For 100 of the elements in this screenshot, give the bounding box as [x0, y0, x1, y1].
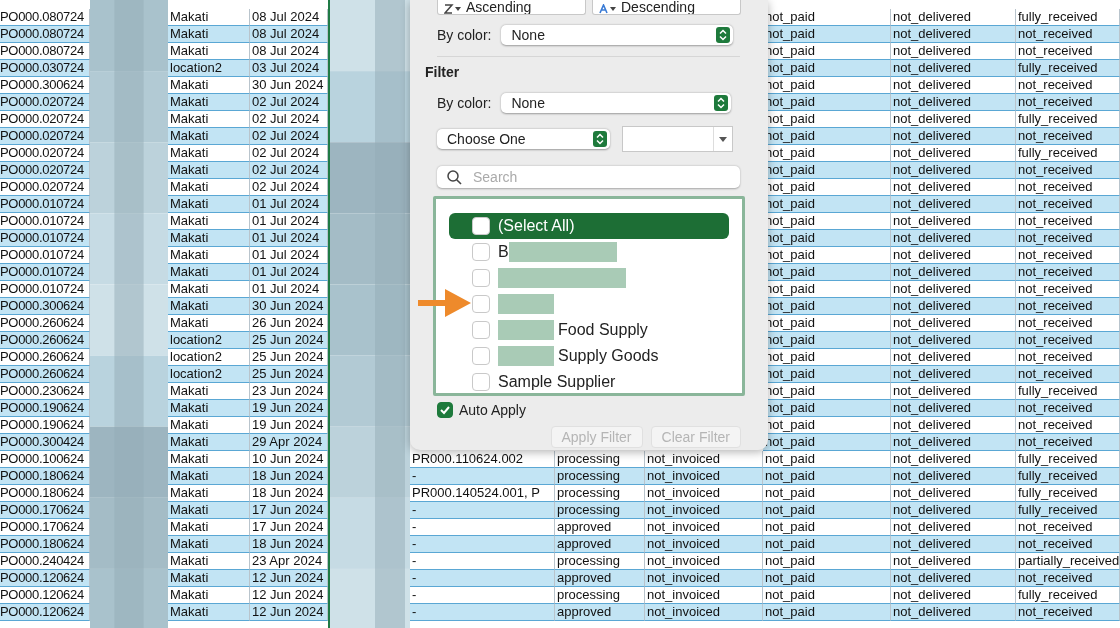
table-cell: not_delivered: [891, 604, 1016, 621]
checkbox[interactable]: [472, 373, 490, 391]
table-cell: location2: [168, 332, 250, 349]
sort-button[interactable]: Ascending: [437, 0, 586, 15]
table-cell: Makati: [168, 536, 250, 553]
item-label: Supply Goods: [558, 347, 659, 365]
table-cell: not_received: [1016, 570, 1120, 587]
table-cell: not_delivered: [891, 60, 1016, 77]
checkbox[interactable]: [472, 347, 490, 365]
search-field[interactable]: Search: [437, 166, 740, 188]
table-cell: not_paid: [763, 570, 891, 587]
filter-list-item[interactable]: [472, 265, 626, 291]
table-cell: -: [410, 468, 555, 485]
table-cell: not_delivered: [891, 162, 1016, 179]
color-dropdown[interactable]: None: [501, 93, 732, 113]
table-cell: Makati: [168, 26, 250, 43]
filter-list-item[interactable]: B: [472, 239, 617, 265]
table-cell: Makati: [168, 468, 250, 485]
table-cell: 12 Jun 2024: [250, 604, 328, 621]
table-cell: PO000.170624: [0, 502, 90, 519]
table-cell: location2: [168, 366, 250, 383]
table-cell: not_received: [1016, 196, 1120, 213]
table-cell: 30 Jun 2024: [250, 298, 328, 315]
table-cell: not_delivered: [891, 502, 1016, 519]
table-cell: processing: [555, 468, 645, 485]
table-cell: 02 Jul 2024: [250, 128, 328, 145]
table-cell: not_delivered: [891, 298, 1016, 315]
table-cell: not_paid: [763, 502, 891, 519]
table-cell: Makati: [168, 230, 250, 247]
table-cell: PO000.260624: [0, 332, 90, 349]
stepper-icon: [593, 131, 607, 147]
color-dropdown[interactable]: None: [501, 25, 734, 45]
table-cell: not_delivered: [891, 570, 1016, 587]
table-cell: Makati: [168, 434, 250, 451]
table-cell: Makati: [168, 264, 250, 281]
table-cell: not_paid: [763, 434, 891, 451]
table-cell: not_delivered: [891, 230, 1016, 247]
item-label: (Select All): [498, 217, 575, 235]
table-cell: PO000.080724: [0, 26, 90, 43]
sort-button[interactable]: Descending: [592, 0, 741, 15]
table-cell: fully_received: [1016, 502, 1120, 519]
table-cell: not_received: [1016, 434, 1120, 451]
table-cell: PO000.020724: [0, 162, 90, 179]
table-cell: 19 Jun 2024: [250, 400, 328, 417]
filter-list-item[interactable]: Sample Supplier: [472, 369, 616, 395]
checkbox[interactable]: [472, 321, 490, 339]
table-cell: -: [410, 604, 555, 621]
table-cell: not_invoiced: [645, 536, 763, 553]
table-cell: Makati: [168, 604, 250, 621]
table-cell: 18 Jun 2024: [250, 536, 328, 553]
table-cell: Makati: [168, 128, 250, 145]
table-cell: not_delivered: [891, 94, 1016, 111]
table-cell: not_delivered: [891, 332, 1016, 349]
table-cell: PO000.020724: [0, 94, 90, 111]
item-label: Food Supply: [558, 321, 648, 339]
redaction-block: [498, 294, 554, 314]
sort-ascending-icon: [444, 4, 462, 14]
table-cell: not_delivered: [891, 536, 1016, 553]
table-cell: not_delivered: [891, 400, 1016, 417]
table-cell: not_received: [1016, 366, 1120, 383]
table-cell: PO000.300424: [0, 434, 90, 451]
table-cell: fully_received: [1016, 468, 1120, 485]
table-cell: not_delivered: [891, 434, 1016, 451]
search-icon: [447, 170, 462, 185]
table-cell: not_received: [1016, 536, 1120, 553]
table-cell: not_delivered: [891, 26, 1016, 43]
table-cell: PO000.010724: [0, 230, 90, 247]
table-cell: PO000.180624: [0, 536, 90, 553]
checkbox[interactable]: [472, 269, 490, 287]
filter-list-item[interactable]: (Select All): [449, 213, 729, 239]
table-cell: not_paid: [763, 536, 891, 553]
table-cell: not_received: [1016, 604, 1120, 621]
table-cell: not_invoiced: [645, 468, 763, 485]
redaction-block: [498, 320, 554, 340]
table-cell: PO000.120624: [0, 604, 90, 621]
value-combobox[interactable]: [622, 126, 733, 152]
sort-descending-icon: [599, 4, 617, 14]
table-cell: -: [410, 502, 555, 519]
table-cell: PO000.030724: [0, 60, 90, 77]
table-cell: PO000.020724: [0, 128, 90, 145]
table-cell: PO000.190624: [0, 400, 90, 417]
checkbox-label: Auto Apply: [459, 402, 526, 418]
checkbox[interactable]: [472, 243, 490, 261]
item-label: Sample Supplier: [498, 373, 616, 391]
table-cell: -: [410, 570, 555, 587]
table-cell: 08 Jul 2024: [250, 26, 328, 43]
table-cell: not_delivered: [891, 366, 1016, 383]
table-cell: approved: [555, 536, 645, 553]
checkbox[interactable]: [437, 402, 453, 418]
table-cell: not_received: [1016, 298, 1120, 315]
filter-list-item[interactable]: Supply Goods: [472, 343, 659, 369]
table-cell: 02 Jul 2024: [250, 162, 328, 179]
filter-list-item[interactable]: Food Supply: [472, 317, 648, 343]
checkbox[interactable]: [472, 295, 490, 313]
table-cell: 01 Jul 2024: [250, 230, 328, 247]
checkbox[interactable]: [472, 217, 490, 235]
condition-dropdown[interactable]: Choose One: [437, 129, 610, 149]
table-cell: approved: [555, 570, 645, 587]
table-cell: approved: [555, 604, 645, 621]
stepper-icon: [714, 95, 729, 111]
